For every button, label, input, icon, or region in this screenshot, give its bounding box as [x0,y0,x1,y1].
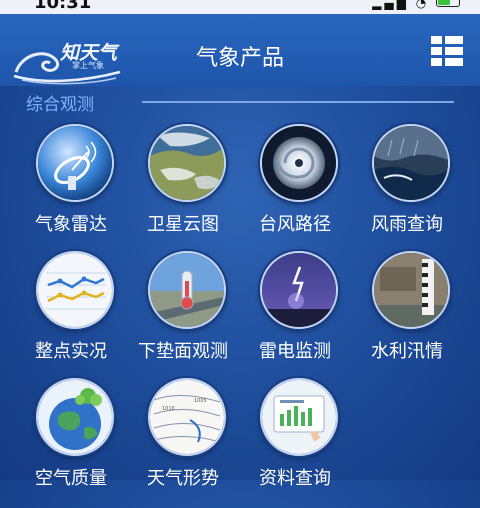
radar-icon [36,124,114,202]
lightning-icon [260,251,338,329]
tile-lightning[interactable]: 雷电监测 [240,251,350,381]
data-query-icon [260,378,338,456]
tile-label: 空气质量 [35,468,107,489]
tile-label: 雷电监测 [259,341,331,362]
svg-text:1010: 1010 [162,406,175,412]
wifi-icon: ◔ [415,0,430,10]
weather-map-icon: 1010 1005 [148,378,226,456]
svg-text:1005: 1005 [194,398,207,404]
tile-weather-pattern[interactable]: 1010 1005 天气形势 [128,378,238,508]
tile-label: 资料查询 [259,468,331,489]
tile-data-query[interactable]: 资料查询 [240,378,350,508]
tile-label: 台风路径 [259,214,331,235]
tile-water-flood[interactable]: 水利汛情 [352,251,462,381]
grid-menu-button[interactable] [430,34,464,68]
tile-air-quality[interactable]: 空气质量 [16,378,126,508]
tile-label: 整点实况 [35,341,107,362]
signal-icon: ▂▄▆ [372,0,409,10]
typhoon-icon [260,124,338,202]
tile-hourly-obs[interactable]: 整点实况 [16,251,126,381]
section-divider [142,101,454,103]
tile-satellite[interactable]: 卫星云图 [128,124,238,254]
tile-wind-rain[interactable]: 风雨查询 [352,124,462,254]
grid-menu-icon [431,36,463,66]
tile-label: 水利汛情 [371,341,443,362]
earth-icon [36,378,114,456]
chart-icon [36,251,114,329]
tile-label: 风雨查询 [371,214,443,235]
status-bar: 10:31 ▂▄▆ ◔ [0,0,480,14]
tile-label: 气象雷达 [35,214,107,235]
tile-label: 天气形势 [147,468,219,489]
thermometer-icon [148,251,226,329]
water-level-icon [372,251,450,329]
tile-label: 卫星云图 [147,214,219,235]
app-header: 知天气 掌上气象 气象产品 [0,14,480,86]
status-time: 10:31 [34,0,92,13]
battery-icon [436,0,460,7]
storm-icon [372,124,450,202]
tile-typhoon[interactable]: 台风路径 [240,124,350,254]
page-title: 气象产品 [195,46,284,71]
tile-surface-obs[interactable]: 下垫面观测 [128,251,238,381]
satellite-icon [148,124,226,202]
section-title: 综合观测 [26,95,94,115]
tile-radar[interactable]: 气象雷达 [16,124,126,254]
status-icons: ▂▄▆ ◔ [372,0,460,10]
tile-label: 下垫面观测 [138,341,228,362]
